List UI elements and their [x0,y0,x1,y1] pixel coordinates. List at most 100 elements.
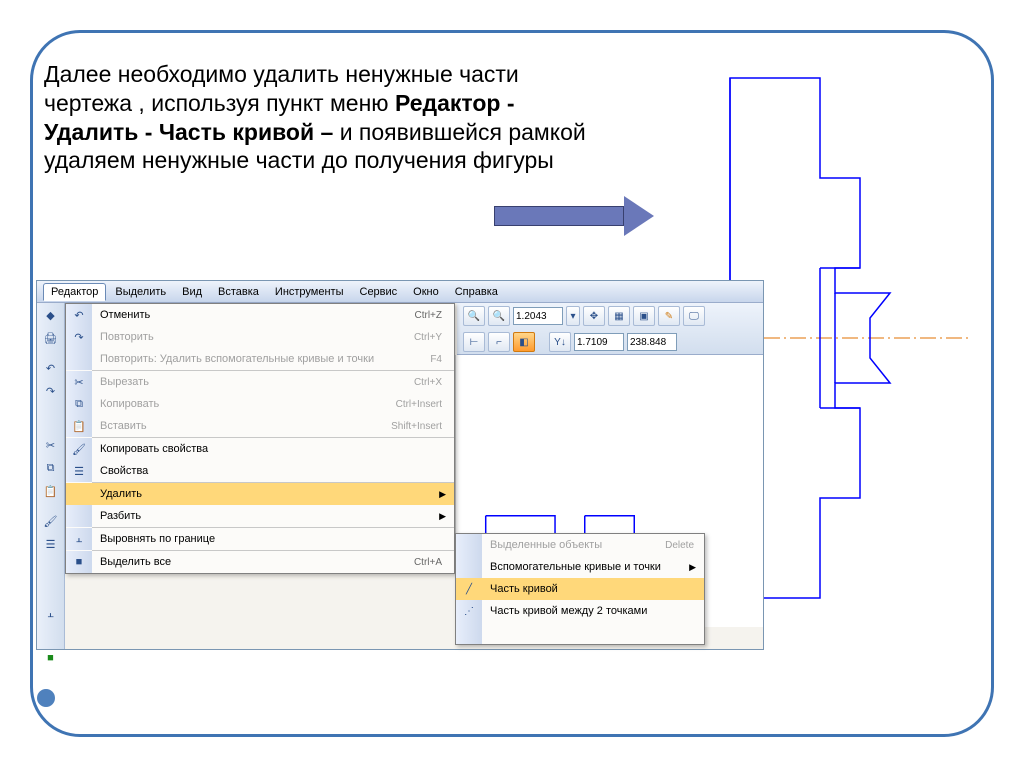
tool-icon[interactable]: ◆ [39,304,63,326]
menu-item[interactable]: ■Выделить всеCtrl+A [66,551,454,573]
coord-x[interactable]: 1.7109 [574,333,624,351]
redo-icon[interactable]: ↷ [39,380,63,402]
menu-item-icon [66,483,92,505]
menu-view[interactable]: Вид [175,284,209,300]
arrow-indicator [494,196,654,236]
menu-item-icon: ■ [66,551,92,573]
tool-icon[interactable]: 🖨 [39,327,63,349]
instruction-text: Далее необходимо удалить ненужные части … [44,60,604,175]
tool-active-icon[interactable]: ◧ [513,332,535,352]
tool-icon[interactable]: ⌐ [488,332,510,352]
wand-icon[interactable]: ✎ [658,306,680,326]
cut-icon[interactable]: ✂ [39,434,63,456]
grid-icon[interactable]: ▦ [608,306,630,326]
menu-item[interactable]: ☰Свойства [66,460,454,482]
menu-item-label: Отменить [92,309,415,321]
menu-item[interactable]: ↶ОтменитьCtrl+Z [66,304,454,326]
menu-service[interactable]: Сервис [353,284,405,300]
submenu-item[interactable] [456,622,704,644]
menu-item-label: Разбить [92,510,439,522]
menu-editor[interactable]: Редактор [43,283,106,301]
submenu-item-icon [456,534,482,556]
menubar: Редактор Выделить Вид Вставка Инструмент… [37,281,763,303]
submenu-item-label: Часть кривой между 2 точками [482,605,704,617]
menu-item-icon: ⫠ [66,528,92,550]
menu-item-shortcut: Shift+Insert [391,421,454,432]
y-arrow-icon[interactable]: Y↓ [549,332,571,352]
submenu-item-label: Выделенные объекты [482,539,665,551]
submenu-item: Выделенные объектыDelete [456,534,704,556]
selectall-icon[interactable]: ■ [39,647,63,669]
menu-item: Повторить: Удалить вспомогательные кривы… [66,348,454,370]
menu-item-shortcut: Ctrl+A [414,557,454,568]
bullet-dot [37,689,55,707]
submenu-item-label: Часть кривой [482,583,704,595]
menu-item[interactable]: Удалить▶ [66,483,454,505]
fit-icon[interactable]: ▣ [633,306,655,326]
submenu-arrow-icon: ▶ [439,489,454,500]
submenu-item-shortcut: Delete [665,540,704,551]
submenu-item[interactable]: ⋰Часть кривой между 2 точками [456,600,704,622]
submenu-item-icon: ╱ [456,578,482,600]
menu-item-icon: ☰ [66,460,92,482]
dropdown-icon[interactable]: ▾ [566,306,580,326]
menu-item: 📋ВставитьShift+Insert [66,415,454,437]
screen-icon[interactable]: 🖵 [683,306,705,326]
undo-icon[interactable]: ↶ [39,357,63,379]
menu-item-label: Свойства [92,465,454,477]
menu-item-shortcut: Ctrl+Y [414,332,454,343]
paste-icon[interactable]: 📋 [39,480,63,502]
pan-icon[interactable]: ✥ [583,306,605,326]
menu-item-label: Вырезать [92,376,414,388]
menu-item-label: Повторить [92,331,414,343]
submenu-arrow-icon: ▶ [439,511,454,522]
delete-submenu: Выделенные объектыDeleteВспомогательные … [455,533,705,645]
menu-item[interactable]: Разбить▶ [66,505,454,527]
menu-item-label: Вставить [92,420,391,432]
menu-item-icon [66,505,92,527]
menu-item-shortcut: Ctrl+X [414,377,454,388]
menu-item-label: Повторить: Удалить вспомогательные кривы… [92,353,430,365]
menu-item: ↷ПовторитьCtrl+Y [66,326,454,348]
menu-item: ✂ВырезатьCtrl+X [66,371,454,393]
menu-item-shortcut: F4 [430,354,454,365]
menu-item[interactable]: 🖌Копировать свойства [66,438,454,460]
menu-item-label: Копировать свойства [92,443,454,455]
submenu-item-icon: ⋰ [456,600,482,622]
menu-item-icon: ⧉ [66,393,92,415]
menu-item-icon: ✂ [66,371,92,393]
submenu-item[interactable]: Вспомогательные кривые и точки▶ [456,556,704,578]
menu-item-icon: ↶ [66,304,92,326]
menu-item-label: Удалить [92,488,439,500]
menu-tools[interactable]: Инструменты [268,284,351,300]
menu-help[interactable]: Справка [448,284,505,300]
menu-item-label: Выделить все [92,556,414,568]
submenu-arrow-icon: ▶ [689,562,704,573]
copy-icon[interactable]: ⧉ [39,457,63,479]
menu-item-icon: 📋 [66,415,92,437]
submenu-item-icon [456,556,482,578]
brush-icon[interactable]: 🖌 [39,510,63,532]
left-toolbar: ◆ 🖨 ↶ ↷ ✂ ⧉ 📋 🖌 ☰ ⫠ ■ [37,303,65,649]
zoom-value[interactable]: 1.2043 [513,307,563,325]
coord-y[interactable]: 238.848 [627,333,677,351]
menu-item-icon [66,348,92,370]
tool-icon[interactable]: ⊢ [463,332,485,352]
menu-window[interactable]: Окно [406,284,446,300]
submenu-item[interactable]: ╱Часть кривой [456,578,704,600]
menu-item-icon: 🖌 [66,438,92,460]
submenu-item-label: Вспомогательные кривые и точки [482,561,689,573]
menu-item[interactable]: ⫠Выровнять по границе [66,528,454,550]
props-icon[interactable]: ☰ [39,533,63,555]
menu-item-label: Выровнять по границе [92,533,454,545]
menu-item: ⧉КопироватьCtrl+Insert [66,393,454,415]
zoom-in-icon[interactable]: 🔍 [463,306,485,326]
zoom-toolbar: 🔍 🔍 1.2043 ▾ ✥ ▦ ▣ ✎ 🖵 ⊢ ⌐ ◧ Y↓ 1.7109 2… [457,303,763,355]
editor-dropdown: ↶ОтменитьCtrl+Z↷ПовторитьCtrl+YПовторить… [65,303,455,574]
menu-select[interactable]: Выделить [108,284,173,300]
app-window: Редактор Выделить Вид Вставка Инструмент… [36,280,764,650]
menu-insert[interactable]: Вставка [211,284,266,300]
zoom-out-icon[interactable]: 🔍 [488,306,510,326]
align-icon[interactable]: ⫠ [39,603,63,625]
menu-item-shortcut: Ctrl+Insert [396,399,454,410]
